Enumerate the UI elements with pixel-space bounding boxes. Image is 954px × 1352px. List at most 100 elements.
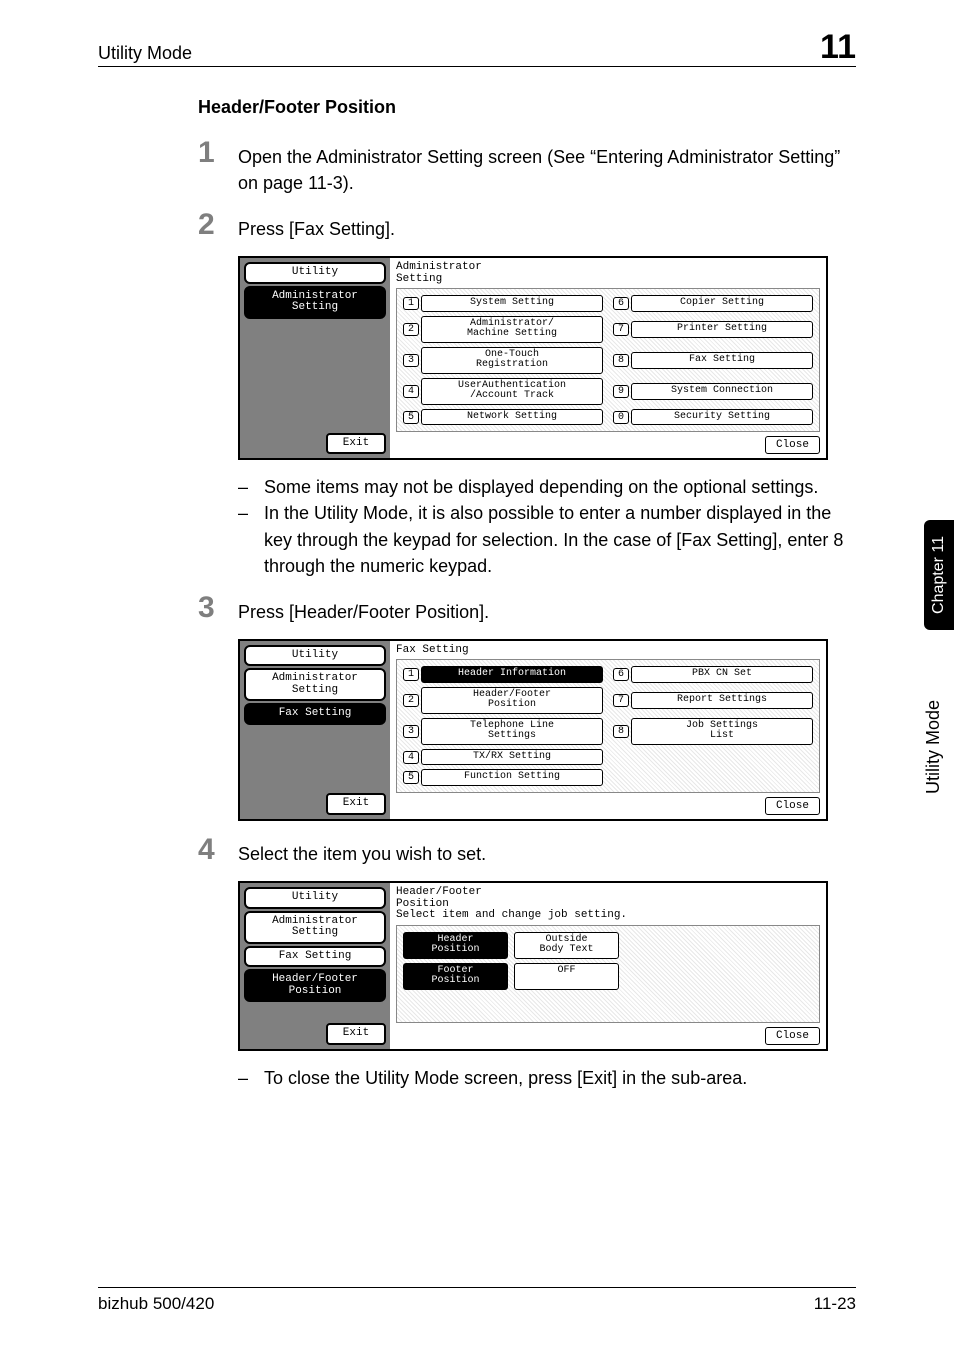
menu-item-number: 2 [403, 323, 419, 336]
menu-item-label: Job Settings List [631, 718, 813, 745]
footer-page-number: 11-23 [814, 1294, 856, 1314]
menu-item-label: Fax Setting [631, 352, 813, 369]
page-footer: bizhub 500/420 11-23 [98, 1287, 856, 1314]
menu-item[interactable]: 5Network Setting [403, 409, 603, 426]
menu-item[interactable]: 6Copier Setting [613, 295, 813, 312]
menu-item-number: 1 [403, 297, 419, 310]
menu-item-number: 2 [403, 694, 419, 707]
admin-setting-screenshot: Utility Administrator Setting Exit Admin… [238, 256, 828, 460]
side-chapter-tab: Chapter 11 [924, 520, 954, 630]
header-footer-position-screenshot: Utility Administrator Setting Fax Settin… [238, 881, 828, 1051]
menu-item[interactable]: 2Header/Footer Position [403, 687, 603, 714]
menu-item[interactable]: 8Job Settings List [613, 718, 813, 745]
close-button[interactable]: Close [765, 797, 820, 815]
menu-item-number: 0 [613, 411, 629, 424]
menu-item-label: Header/Footer Position [421, 687, 603, 714]
step-1: 1 Open the Administrator Setting screen … [198, 138, 856, 196]
step-text: Press [Fax Setting]. [238, 210, 395, 242]
menu-item-label: System Setting [421, 295, 603, 312]
note-text: To close the Utility Mode screen, press … [264, 1065, 747, 1091]
menu-item-number: 1 [403, 668, 419, 681]
screenshot-main: Fax Setting 1Header Information 6PBX CN S… [390, 641, 826, 819]
menu-item-label: One-Touch Registration [421, 347, 603, 374]
fax-setting-tab[interactable]: Fax Setting [244, 946, 386, 968]
menu-item-label: TX/RX Setting [421, 749, 603, 766]
menu-item-label: UserAuthentication /Account Track [421, 378, 603, 405]
screen-title-line1: Header/Footer Position [396, 886, 482, 910]
screenshot-main: Header/Footer Position Select item and c… [390, 883, 826, 1049]
header-left: Utility Mode [98, 43, 192, 64]
utility-tab[interactable]: Utility [244, 645, 386, 667]
menu-item[interactable]: 0Security Setting [613, 409, 813, 426]
screenshot-sidebar: Utility Administrator Setting Exit [240, 258, 390, 458]
menu-item-number: 7 [613, 694, 629, 707]
screenshot-sidebar: Utility Administrator Setting Fax Settin… [240, 883, 390, 1049]
menu-item[interactable]: 3Telephone Line Settings [403, 718, 603, 745]
utility-tab[interactable]: Utility [244, 262, 386, 284]
menu-item[interactable]: 1System Setting [403, 295, 603, 312]
menu-item-number: 6 [613, 297, 629, 310]
page-header: Utility Mode 11 [98, 30, 856, 67]
step-number: 2 [198, 210, 238, 240]
bullet-dash: – [238, 1065, 248, 1091]
exit-button[interactable]: Exit [326, 793, 386, 815]
screen-title: Header/Footer Position Select item and c… [396, 887, 820, 922]
menu-item-label: Report Settings [631, 692, 813, 709]
step-number: 4 [198, 835, 238, 865]
close-button[interactable]: Close [765, 1027, 820, 1045]
menu-item-label: Copier Setting [631, 295, 813, 312]
header-position-button[interactable]: Header Position [403, 932, 508, 959]
menu-item[interactable]: 4UserAuthentication /Account Track [403, 378, 603, 405]
menu-item[interactable]: 8Fax Setting [613, 347, 813, 374]
exit-button[interactable]: Exit [326, 1023, 386, 1045]
menu-item-label: Security Setting [631, 409, 813, 426]
menu-item-label: Telephone Line Settings [421, 718, 603, 745]
menu-item-number: 3 [403, 725, 419, 738]
close-button[interactable]: Close [765, 436, 820, 454]
section-title: Header/Footer Position [198, 97, 856, 118]
menu-item-label: Header Information [421, 666, 603, 683]
screen-title: Fax Setting [396, 645, 820, 657]
menu-item-label: Printer Setting [631, 321, 813, 338]
exit-button[interactable]: Exit [326, 433, 386, 455]
menu-item[interactable]: 7Printer Setting [613, 316, 813, 343]
menu-item[interactable]: 7Report Settings [613, 687, 813, 714]
header-chapter-number: 11 [820, 30, 856, 64]
header-position-value: Outside Body Text [514, 932, 619, 959]
fax-setting-tab[interactable]: Fax Setting [244, 703, 386, 725]
screenshot-main: Administrator Setting 1System Setting 6Co… [390, 258, 826, 458]
menu-item-number: 8 [613, 725, 629, 738]
menu-item[interactable]: 3One-Touch Registration [403, 347, 603, 374]
menu-item[interactable]: 1Header Information [403, 666, 603, 683]
menu-item-number: 6 [613, 668, 629, 681]
menu-item-number: 4 [403, 385, 419, 398]
footer-position-button[interactable]: Footer Position [403, 963, 508, 990]
bullet-dash: – [238, 474, 248, 500]
menu-item-number: 9 [613, 385, 629, 398]
admin-setting-tab[interactable]: Administrator Setting [244, 286, 386, 319]
step4-notes: – To close the Utility Mode screen, pres… [238, 1065, 856, 1091]
fax-setting-screenshot: Utility Administrator Setting Fax Settin… [238, 639, 828, 821]
menu-item[interactable]: 9System Connection [613, 378, 813, 405]
bullet-dash: – [238, 500, 248, 578]
screen-title: Administrator Setting [396, 262, 820, 285]
footer-product: bizhub 500/420 [98, 1294, 214, 1314]
step-number: 3 [198, 593, 238, 623]
menu-item-label: Administrator/ Machine Setting [421, 316, 603, 343]
menu-item[interactable]: 4TX/RX Setting [403, 749, 603, 766]
menu-item-number: 8 [613, 354, 629, 367]
menu-item[interactable]: 6PBX CN Set [613, 666, 813, 683]
menu-item-label: Function Setting [421, 769, 603, 786]
menu-item[interactable]: 5Function Setting [403, 769, 603, 786]
menu-item-number: 4 [403, 751, 419, 764]
screenshot-sidebar: Utility Administrator Setting Fax Settin… [240, 641, 390, 819]
menu-item[interactable]: 2Administrator/ Machine Setting [403, 316, 603, 343]
header-footer-tab[interactable]: Header/Footer Position [244, 969, 386, 1002]
step-3: 3 Press [Header/Footer Position]. [198, 593, 856, 625]
admin-setting-tab[interactable]: Administrator Setting [244, 911, 386, 944]
step-text: Select the item you wish to set. [238, 835, 486, 867]
step2-notes: – Some items may not be displayed depend… [238, 474, 856, 578]
menu-item-label: System Connection [631, 383, 813, 400]
admin-setting-tab[interactable]: Administrator Setting [244, 668, 386, 701]
utility-tab[interactable]: Utility [244, 887, 386, 909]
